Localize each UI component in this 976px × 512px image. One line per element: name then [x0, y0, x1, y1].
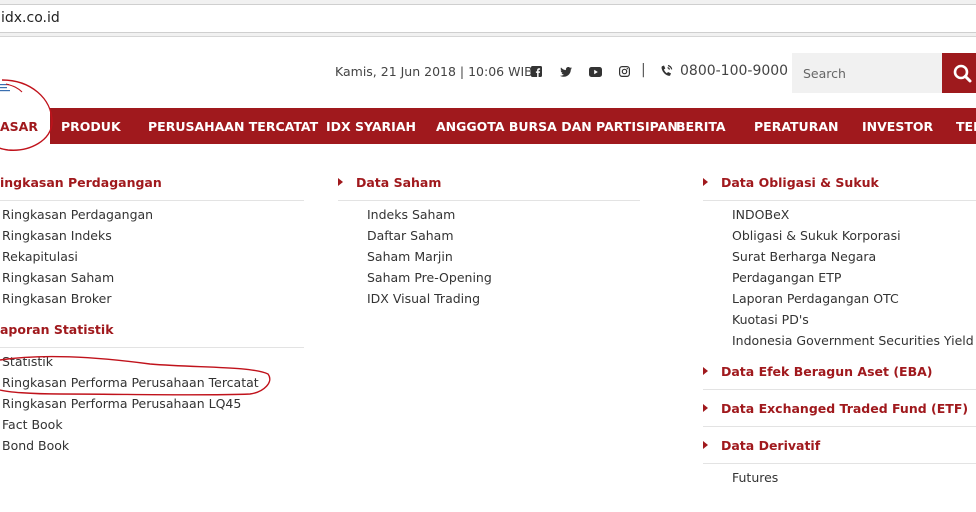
- menu-link-idx-visual-trading[interactable]: IDX Visual Trading: [367, 291, 480, 306]
- phone-icon: [661, 64, 673, 76]
- menu-link-saham-pre-opening[interactable]: Saham Pre-Opening: [367, 270, 492, 285]
- divider: [703, 426, 976, 427]
- facebook-icon[interactable]: [531, 66, 542, 77]
- menu-heading-label: Data Derivatif: [721, 438, 821, 453]
- nav-active-label: ASAR: [0, 119, 38, 134]
- menu-link-perdagangan-etp[interactable]: Perdagangan ETP: [732, 270, 841, 285]
- youtube-icon[interactable]: [589, 67, 602, 77]
- divider: [338, 200, 640, 201]
- nav-item-investor[interactable]: INVESTOR: [862, 119, 933, 134]
- nav-item-idx-syariah[interactable]: IDX SYARIAH: [326, 119, 416, 134]
- menu-link-indobex[interactable]: INDOBeX: [732, 207, 789, 222]
- caret-right-icon: [703, 178, 708, 186]
- menu-link-fact-book[interactable]: Fact Book: [2, 417, 63, 432]
- caret-right-icon: [338, 178, 343, 186]
- instagram-icon[interactable]: [619, 66, 630, 77]
- menu-link-futures[interactable]: Futures: [732, 470, 778, 485]
- menu-heading-laporan-statistik[interactable]: aporan Statistik: [0, 322, 114, 337]
- menu-heading-data-derivatif[interactable]: Data Derivatif: [703, 438, 820, 453]
- menu-heading-data-etf[interactable]: Data Exchanged Traded Fund (ETF): [703, 401, 968, 416]
- main-navigation: ASAR PRODUK PERUSAHAAN TERCATAT IDX SYAR…: [0, 108, 976, 144]
- caret-right-icon: [703, 404, 708, 412]
- contact-phone[interactable]: 0800-100-9000: [680, 63, 788, 79]
- menu-heading-label: Data Exchanged Traded Fund (ETF): [721, 401, 969, 416]
- menu-heading-data-obligasi[interactable]: Data Obligasi & Sukuk: [703, 175, 879, 190]
- current-datetime: Kamis, 21 Jun 2018 | 10:06 WIB: [335, 64, 533, 79]
- nav-item-anggota-bursa[interactable]: ANGGOTA BURSA DAN PARTISIPAN: [436, 119, 678, 134]
- nav-item-produk[interactable]: PRODUK: [61, 119, 121, 134]
- menu-link-laporan-perdagangan-otc[interactable]: Laporan Perdagangan OTC: [732, 291, 899, 306]
- menu-heading-label: Data Obligasi & Sukuk: [721, 175, 879, 190]
- menu-link-rekapitulasi[interactable]: Rekapitulasi: [2, 249, 78, 264]
- header-separator: |: [641, 62, 646, 78]
- divider: [703, 200, 976, 201]
- address-bar[interactable]: idx.co.id: [0, 4, 976, 33]
- twitter-icon[interactable]: [560, 67, 572, 77]
- menu-link-yield-curve[interactable]: Indonesia Government Securities Yield Cu…: [732, 333, 976, 348]
- menu-heading-ringkasan-perdagangan[interactable]: ingkasan Perdagangan: [0, 175, 162, 190]
- menu-link-bond-book[interactable]: Bond Book: [2, 438, 69, 453]
- menu-link-obligasi-sukuk-korporasi[interactable]: Obligasi & Sukuk Korporasi: [732, 228, 901, 243]
- nav-item-pasar-active[interactable]: ASAR: [0, 108, 50, 144]
- menu-link-kuotasi-pds[interactable]: Kuotasi PD's: [732, 312, 809, 327]
- url-text[interactable]: idx.co.id: [1, 10, 60, 26]
- menu-link-ringkasan-perdagangan[interactable]: Ringkasan Perdagangan: [2, 207, 153, 222]
- menu-heading-label: Data Saham: [356, 175, 442, 190]
- divider: [703, 389, 976, 390]
- menu-heading-data-saham[interactable]: Data Saham: [338, 175, 441, 190]
- menu-link-ringkasan-indeks[interactable]: Ringkasan Indeks: [2, 228, 112, 243]
- search-input[interactable]: [792, 53, 942, 93]
- menu-heading-data-eba[interactable]: Data Efek Beragun Aset (EBA): [703, 364, 932, 379]
- menu-link-ringkasan-broker[interactable]: Ringkasan Broker: [2, 291, 111, 306]
- menu-link-ringkasan-performa-lq45[interactable]: Ringkasan Performa Perusahaan LQ45: [2, 396, 241, 411]
- search-button[interactable]: [942, 53, 976, 93]
- nav-item-peraturan[interactable]: PERATURAN: [754, 119, 838, 134]
- nav-item-tentang[interactable]: TEN: [956, 119, 976, 134]
- divider: [0, 347, 304, 348]
- menu-link-surat-berharga-negara[interactable]: Surat Berharga Negara: [732, 249, 876, 264]
- menu-link-daftar-saham[interactable]: Daftar Saham: [367, 228, 454, 243]
- menu-link-saham-marjin[interactable]: Saham Marjin: [367, 249, 453, 264]
- menu-link-indeks-saham[interactable]: Indeks Saham: [367, 207, 455, 222]
- divider: [703, 463, 976, 464]
- nav-item-perusahaan-tercatat[interactable]: PERUSAHAAN TERCATAT: [148, 119, 318, 134]
- caret-right-icon: [703, 441, 708, 449]
- search-icon: [953, 64, 972, 83]
- menu-link-ringkasan-saham[interactable]: Ringkasan Saham: [2, 270, 114, 285]
- browser-toolbar: idx.co.id: [0, 0, 976, 37]
- search-box: [792, 53, 942, 93]
- caret-right-icon: [703, 367, 708, 375]
- menu-link-ringkasan-performa-perusahaan-tercatat[interactable]: Ringkasan Performa Perusahaan Tercatat: [2, 375, 259, 390]
- divider: [0, 200, 304, 201]
- menu-heading-label: Data Efek Beragun Aset (EBA): [721, 364, 933, 379]
- nav-item-berita[interactable]: BERITA: [676, 119, 726, 134]
- menu-link-statistik[interactable]: Statistik: [2, 354, 53, 369]
